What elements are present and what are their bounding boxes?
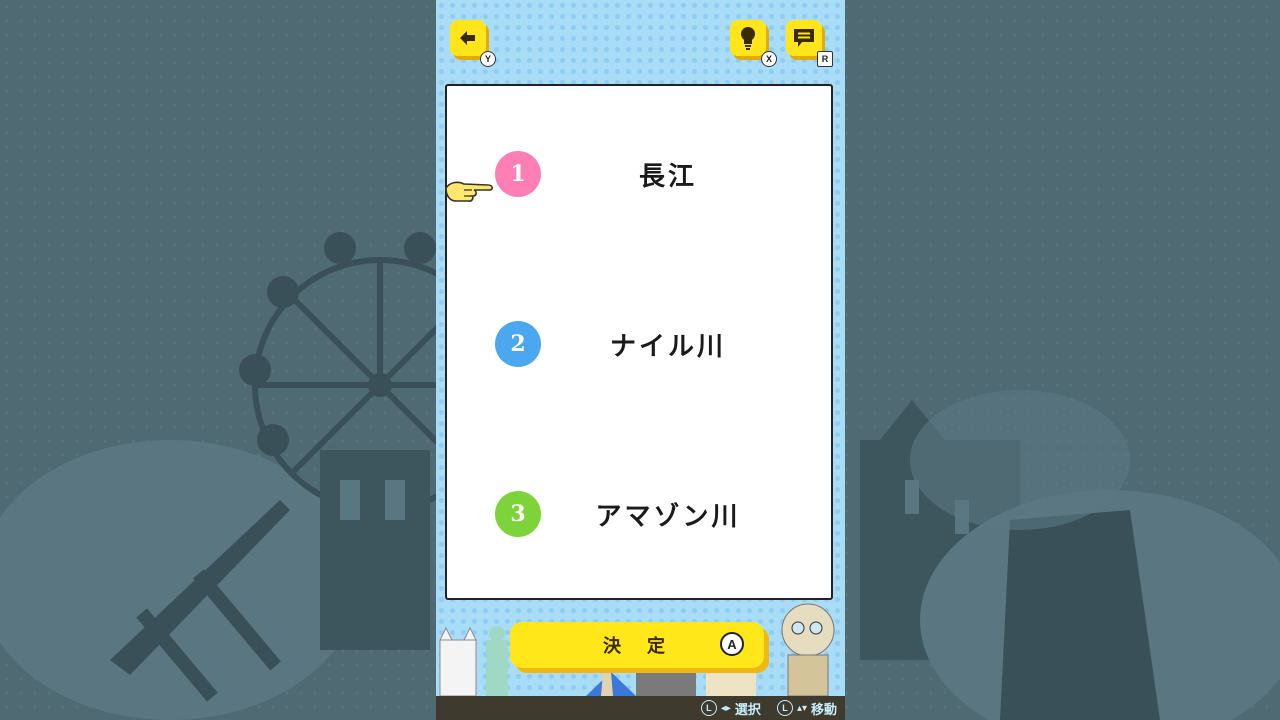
lightbulb-icon [741,27,755,50]
option-number-badge: 3 [495,491,541,537]
hint-button[interactable]: X [730,20,777,67]
left-right-arrows-icon: ◂▸ [720,702,731,714]
option-label: 長江 [638,161,697,192]
pointing-hand-cursor-icon [445,181,494,202]
option-3[interactable]: 3 アマゾン川 [495,490,795,538]
message-log-button[interactable]: R [786,20,833,67]
r-key-badge: R [817,51,833,67]
x-key-badge: X [761,51,777,67]
option-number-badge: 2 [495,321,541,367]
l-stick-icon: L [776,700,793,716]
arrow-left-icon [460,31,475,45]
option-number-badge: 1 [495,151,541,197]
quiz-panel: Y X R 1 長江 2 ナイル川 3 アマゾン川 決定 A L ◂▸ 選択 L… [436,0,845,720]
option-label: ナイル川 [609,331,726,362]
confirm-button[interactable]: 決定 A [510,622,764,668]
move-hint-label: 移動 [810,702,837,718]
move-hint: L ▴▾ 移動 [776,699,837,718]
option-2[interactable]: 2 ナイル川 [495,320,795,368]
option-label: アマゾン川 [595,501,741,532]
option-1[interactable]: 1 長江 [495,150,795,198]
l-stick-icon: L [700,700,717,716]
back-button[interactable]: Y [450,20,496,67]
message-icon [794,29,814,47]
y-key-badge: Y [480,51,496,67]
select-hint-label: 選択 [734,702,761,718]
a-key-badge: A [720,632,744,656]
controls-hint-bar: L ◂▸ 選択 L ▴▾ 移動 [436,696,845,720]
select-hint: L ◂▸ 選択 [700,699,761,718]
answer-card: 1 長江 2 ナイル川 3 アマゾン川 [445,84,833,600]
confirm-label: 決定 [603,636,691,657]
up-down-arrows-icon: ▴▾ [796,702,807,714]
